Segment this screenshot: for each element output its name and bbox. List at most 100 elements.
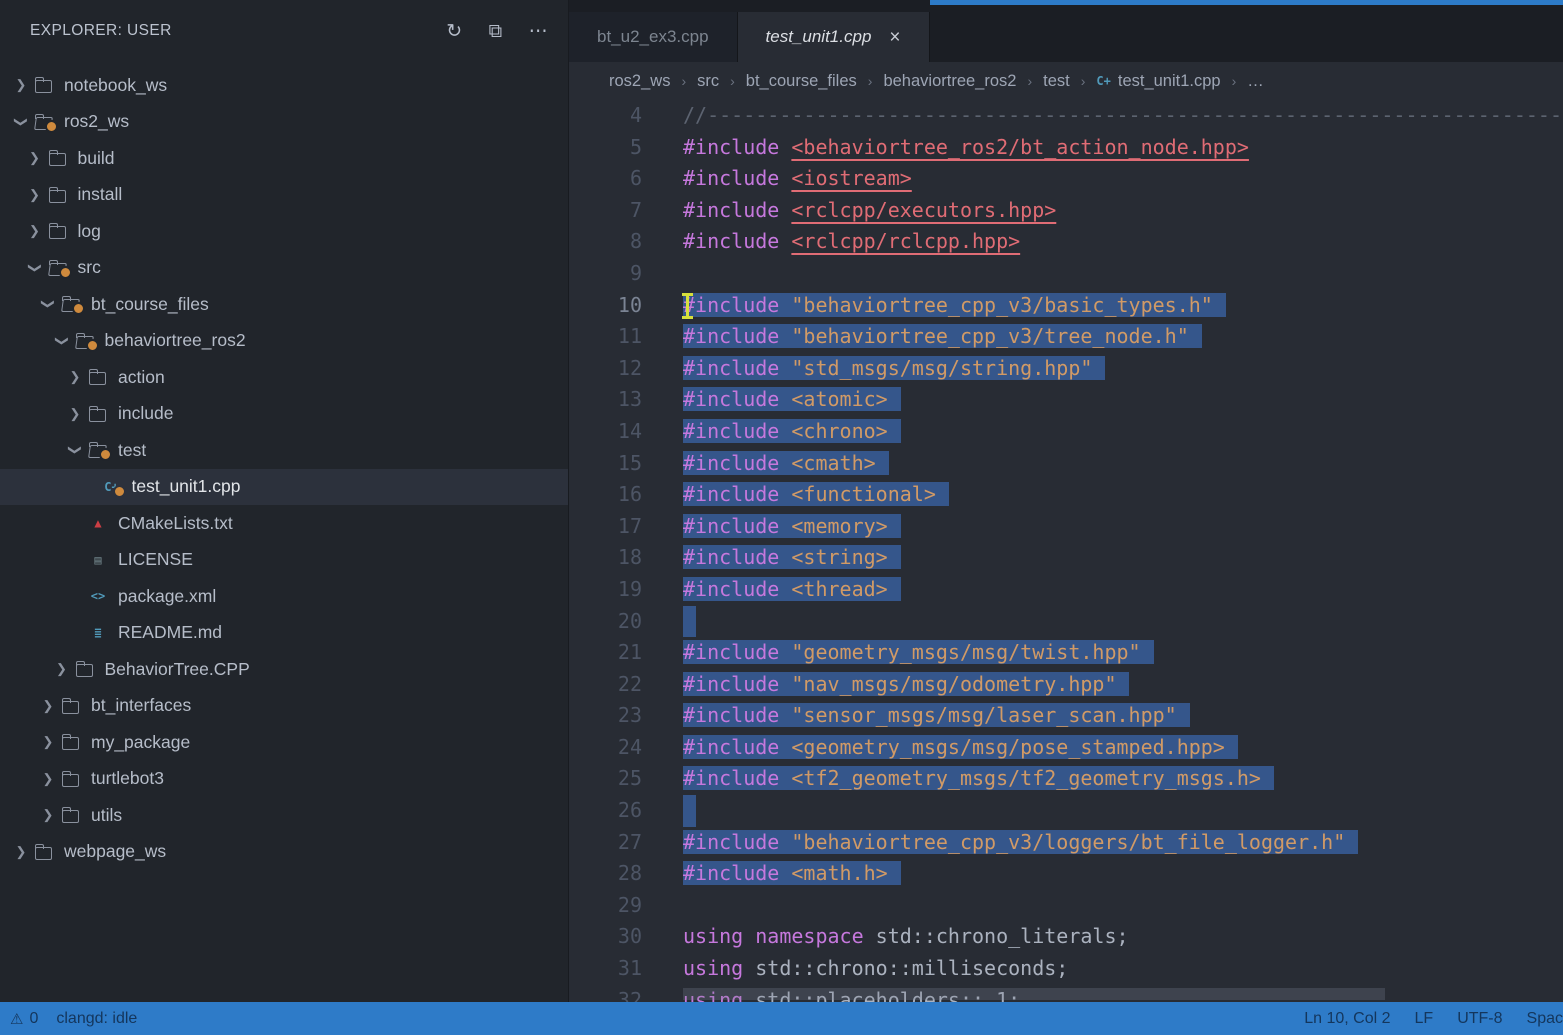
line-number: 23 xyxy=(569,700,683,732)
code-token xyxy=(743,924,755,948)
more-actions-icon[interactable]: ⋯ xyxy=(529,22,548,41)
chevron-icon: ❯ xyxy=(39,734,57,750)
clangd-status[interactable]: clangd: idle xyxy=(56,1010,137,1028)
code-line-content[interactable]: #include <string> xyxy=(683,542,1563,574)
tree-folder-src[interactable]: ❯src xyxy=(0,250,568,287)
tree-file-CMakeLists.txt[interactable]: ❯▲CMakeLists.txt xyxy=(0,505,568,542)
code-line-content[interactable]: #include <thread> xyxy=(683,574,1563,606)
tree-folder-action[interactable]: ❯action xyxy=(0,359,568,396)
code-line-content[interactable]: //--------------------------------------… xyxy=(683,100,1563,132)
selection-highlight: #include <memory> xyxy=(683,514,901,538)
tree-file-README.md[interactable]: ❯≣README.md xyxy=(0,615,568,652)
code-line-content[interactable]: #include "geometry_msgs/msg/twist.hpp" xyxy=(683,637,1563,669)
breadcrumb-item-behaviortree_ros2[interactable]: behaviortree_ros2 xyxy=(883,72,1016,91)
tree-file-package.xml[interactable]: ❯<>package.xml xyxy=(0,578,568,615)
tab-bt_u2_ex3.cpp[interactable]: bt_u2_ex3.cpp xyxy=(569,12,738,62)
tree-folder-utils[interactable]: ❯utils xyxy=(0,797,568,834)
status-left: ⚠ 0 clangd: idle xyxy=(10,1010,137,1028)
tree-item-label: utils xyxy=(91,805,122,826)
code-line-content[interactable]: #include <iostream> xyxy=(683,163,1563,195)
code-line-content[interactable]: #include "std_msgs/msg/string.hpp" xyxy=(683,353,1563,385)
breadcrumb-item-test[interactable]: test xyxy=(1043,72,1070,91)
breadcrumb-item-test_unit1.cpp[interactable]: C+test_unit1.cpp xyxy=(1096,72,1220,91)
tree-item-label: bt_course_files xyxy=(91,294,209,315)
tree-folder-bt_course_files[interactable]: ❯bt_course_files xyxy=(0,286,568,323)
folder-icon xyxy=(47,186,69,204)
folder-icon xyxy=(87,368,109,386)
code-line-content[interactable]: #include <cmath> xyxy=(683,448,1563,480)
tree-folder-ros2_ws[interactable]: ❯ros2_ws xyxy=(0,104,568,141)
code-line-13: 13#include <atomic> xyxy=(569,384,1563,416)
status-eol-sequence[interactable]: LF xyxy=(1415,1010,1434,1028)
code-line-content[interactable]: #include "behaviortree_cpp_v3/tree_node.… xyxy=(683,321,1563,353)
code-line-content[interactable]: #include <tf2_geometry_msgs/tf2_geometry… xyxy=(683,763,1563,795)
code-line-content[interactable]: #include "behaviortree_cpp_v3/loggers/bt… xyxy=(683,827,1563,859)
code-line-content[interactable]: #include <memory> xyxy=(683,511,1563,543)
code-line-content[interactable]: #include "sensor_msgs/msg/laser_scan.hpp… xyxy=(683,700,1563,732)
tree-item-label: src xyxy=(78,257,101,278)
breadcrumb-item-src[interactable]: src xyxy=(697,72,719,91)
close-icon[interactable]: × xyxy=(889,28,900,47)
tree-folder-my_package[interactable]: ❯my_package xyxy=(0,724,568,761)
breadcrumb-item-…[interactable]: … xyxy=(1247,72,1264,91)
tree-folder-include[interactable]: ❯include xyxy=(0,396,568,433)
code-line-content[interactable]: #include <geometry_msgs/msg/pose_stamped… xyxy=(683,732,1563,764)
code-line-content[interactable]: #include "nav_msgs/msg/odometry.hpp" xyxy=(683,669,1563,701)
code-line-content[interactable]: #include <atomic> xyxy=(683,384,1563,416)
tree-folder-build[interactable]: ❯build xyxy=(0,140,568,177)
folder-icon xyxy=(33,113,55,131)
code-line-content[interactable] xyxy=(683,890,1563,922)
tree-item-label: log xyxy=(78,221,101,242)
code-token: #include xyxy=(683,672,791,696)
tree-folder-BehaviorTree.CPP[interactable]: ❯BehaviorTree.CPP xyxy=(0,651,568,688)
tree-file-LICENSE[interactable]: ❯▤LICENSE xyxy=(0,542,568,579)
code-line-content[interactable]: #include <math.h> xyxy=(683,858,1563,890)
code-line-15: 15#include <cmath> xyxy=(569,448,1563,480)
tree-file-test_unit1.cpp[interactable]: ❯C+test_unit1.cpp xyxy=(0,469,568,506)
tree-folder-bt_interfaces[interactable]: ❯bt_interfaces xyxy=(0,688,568,725)
tree-folder-test[interactable]: ❯test xyxy=(0,432,568,469)
folder-icon xyxy=(60,697,82,715)
selection-highlight: #include "behaviortree_cpp_v3/loggers/bt… xyxy=(683,830,1358,854)
code-line-5: 5#include <behaviortree_ros2/bt_action_n… xyxy=(569,132,1563,164)
tree-folder-behaviortree_ros2[interactable]: ❯behaviortree_ros2 xyxy=(0,323,568,360)
code-line-content[interactable] xyxy=(683,258,1563,290)
tree-folder-turtlebot3[interactable]: ❯turtlebot3 xyxy=(0,761,568,798)
tab-test_unit1.cpp[interactable]: test_unit1.cpp× xyxy=(738,12,930,62)
tree-folder-install[interactable]: ❯install xyxy=(0,177,568,214)
tree-folder-webpage_ws[interactable]: ❯webpage_ws xyxy=(0,834,568,871)
code-line-content[interactable] xyxy=(683,606,1563,638)
folder-icon xyxy=(47,149,69,167)
code-line-content[interactable]: #include "behaviortree_cpp_v3/basic_type… xyxy=(683,290,1563,322)
collapse-folders-icon[interactable]: ⧉ xyxy=(489,22,503,41)
code-line-content[interactable]: #include <functional> xyxy=(683,479,1563,511)
folder-icon xyxy=(74,332,96,350)
selection-highlight: #include <atomic> xyxy=(683,387,901,411)
status-cursor-position[interactable]: Ln 10, Col 2 xyxy=(1304,1010,1390,1028)
horizontal-scrollbar[interactable] xyxy=(683,988,1385,1000)
refresh-explorer-icon[interactable]: ↻ xyxy=(446,22,462,41)
breadcrumb-item-ros2_ws[interactable]: ros2_ws xyxy=(609,72,670,91)
breadcrumb-separator: › xyxy=(1027,73,1032,89)
code-token: std::chrono_literals; xyxy=(864,924,1129,948)
code-line-content[interactable]: #include <rclcpp/rclcpp.hpp> xyxy=(683,226,1563,258)
code-editor[interactable]: 4//-------------------------------------… xyxy=(569,100,1563,1002)
status-indentation[interactable]: Spac xyxy=(1527,1010,1563,1028)
code-line-content[interactable] xyxy=(683,795,1563,827)
tree-folder-notebook_ws[interactable]: ❯notebook_ws xyxy=(0,67,568,104)
breadcrumb-item-bt_course_files[interactable]: bt_course_files xyxy=(746,72,857,91)
code-line-content[interactable]: #include <behaviortree_ros2/bt_action_no… xyxy=(683,132,1563,164)
problems-indicator[interactable]: ⚠ 0 xyxy=(10,1010,38,1028)
code-token: namespace xyxy=(755,924,863,948)
code-line-content[interactable]: using namespace std::chrono_literals; xyxy=(683,921,1563,953)
code-token: <atomic> xyxy=(791,387,887,411)
line-number: 7 xyxy=(569,195,683,227)
selection-highlight: #include <math.h> xyxy=(683,861,901,885)
tree-item-label: test_unit1.cpp xyxy=(132,476,241,497)
tree-folder-log[interactable]: ❯log xyxy=(0,213,568,250)
status-encoding[interactable]: UTF-8 xyxy=(1457,1010,1502,1028)
explorer-header: EXPLORER: USER ↻⧉⋯ xyxy=(0,0,568,62)
code-line-content[interactable]: #include <rclcpp/executors.hpp> xyxy=(683,195,1563,227)
code-line-content[interactable]: using std::chrono::milliseconds; xyxy=(683,953,1563,985)
code-line-content[interactable]: #include <chrono> xyxy=(683,416,1563,448)
